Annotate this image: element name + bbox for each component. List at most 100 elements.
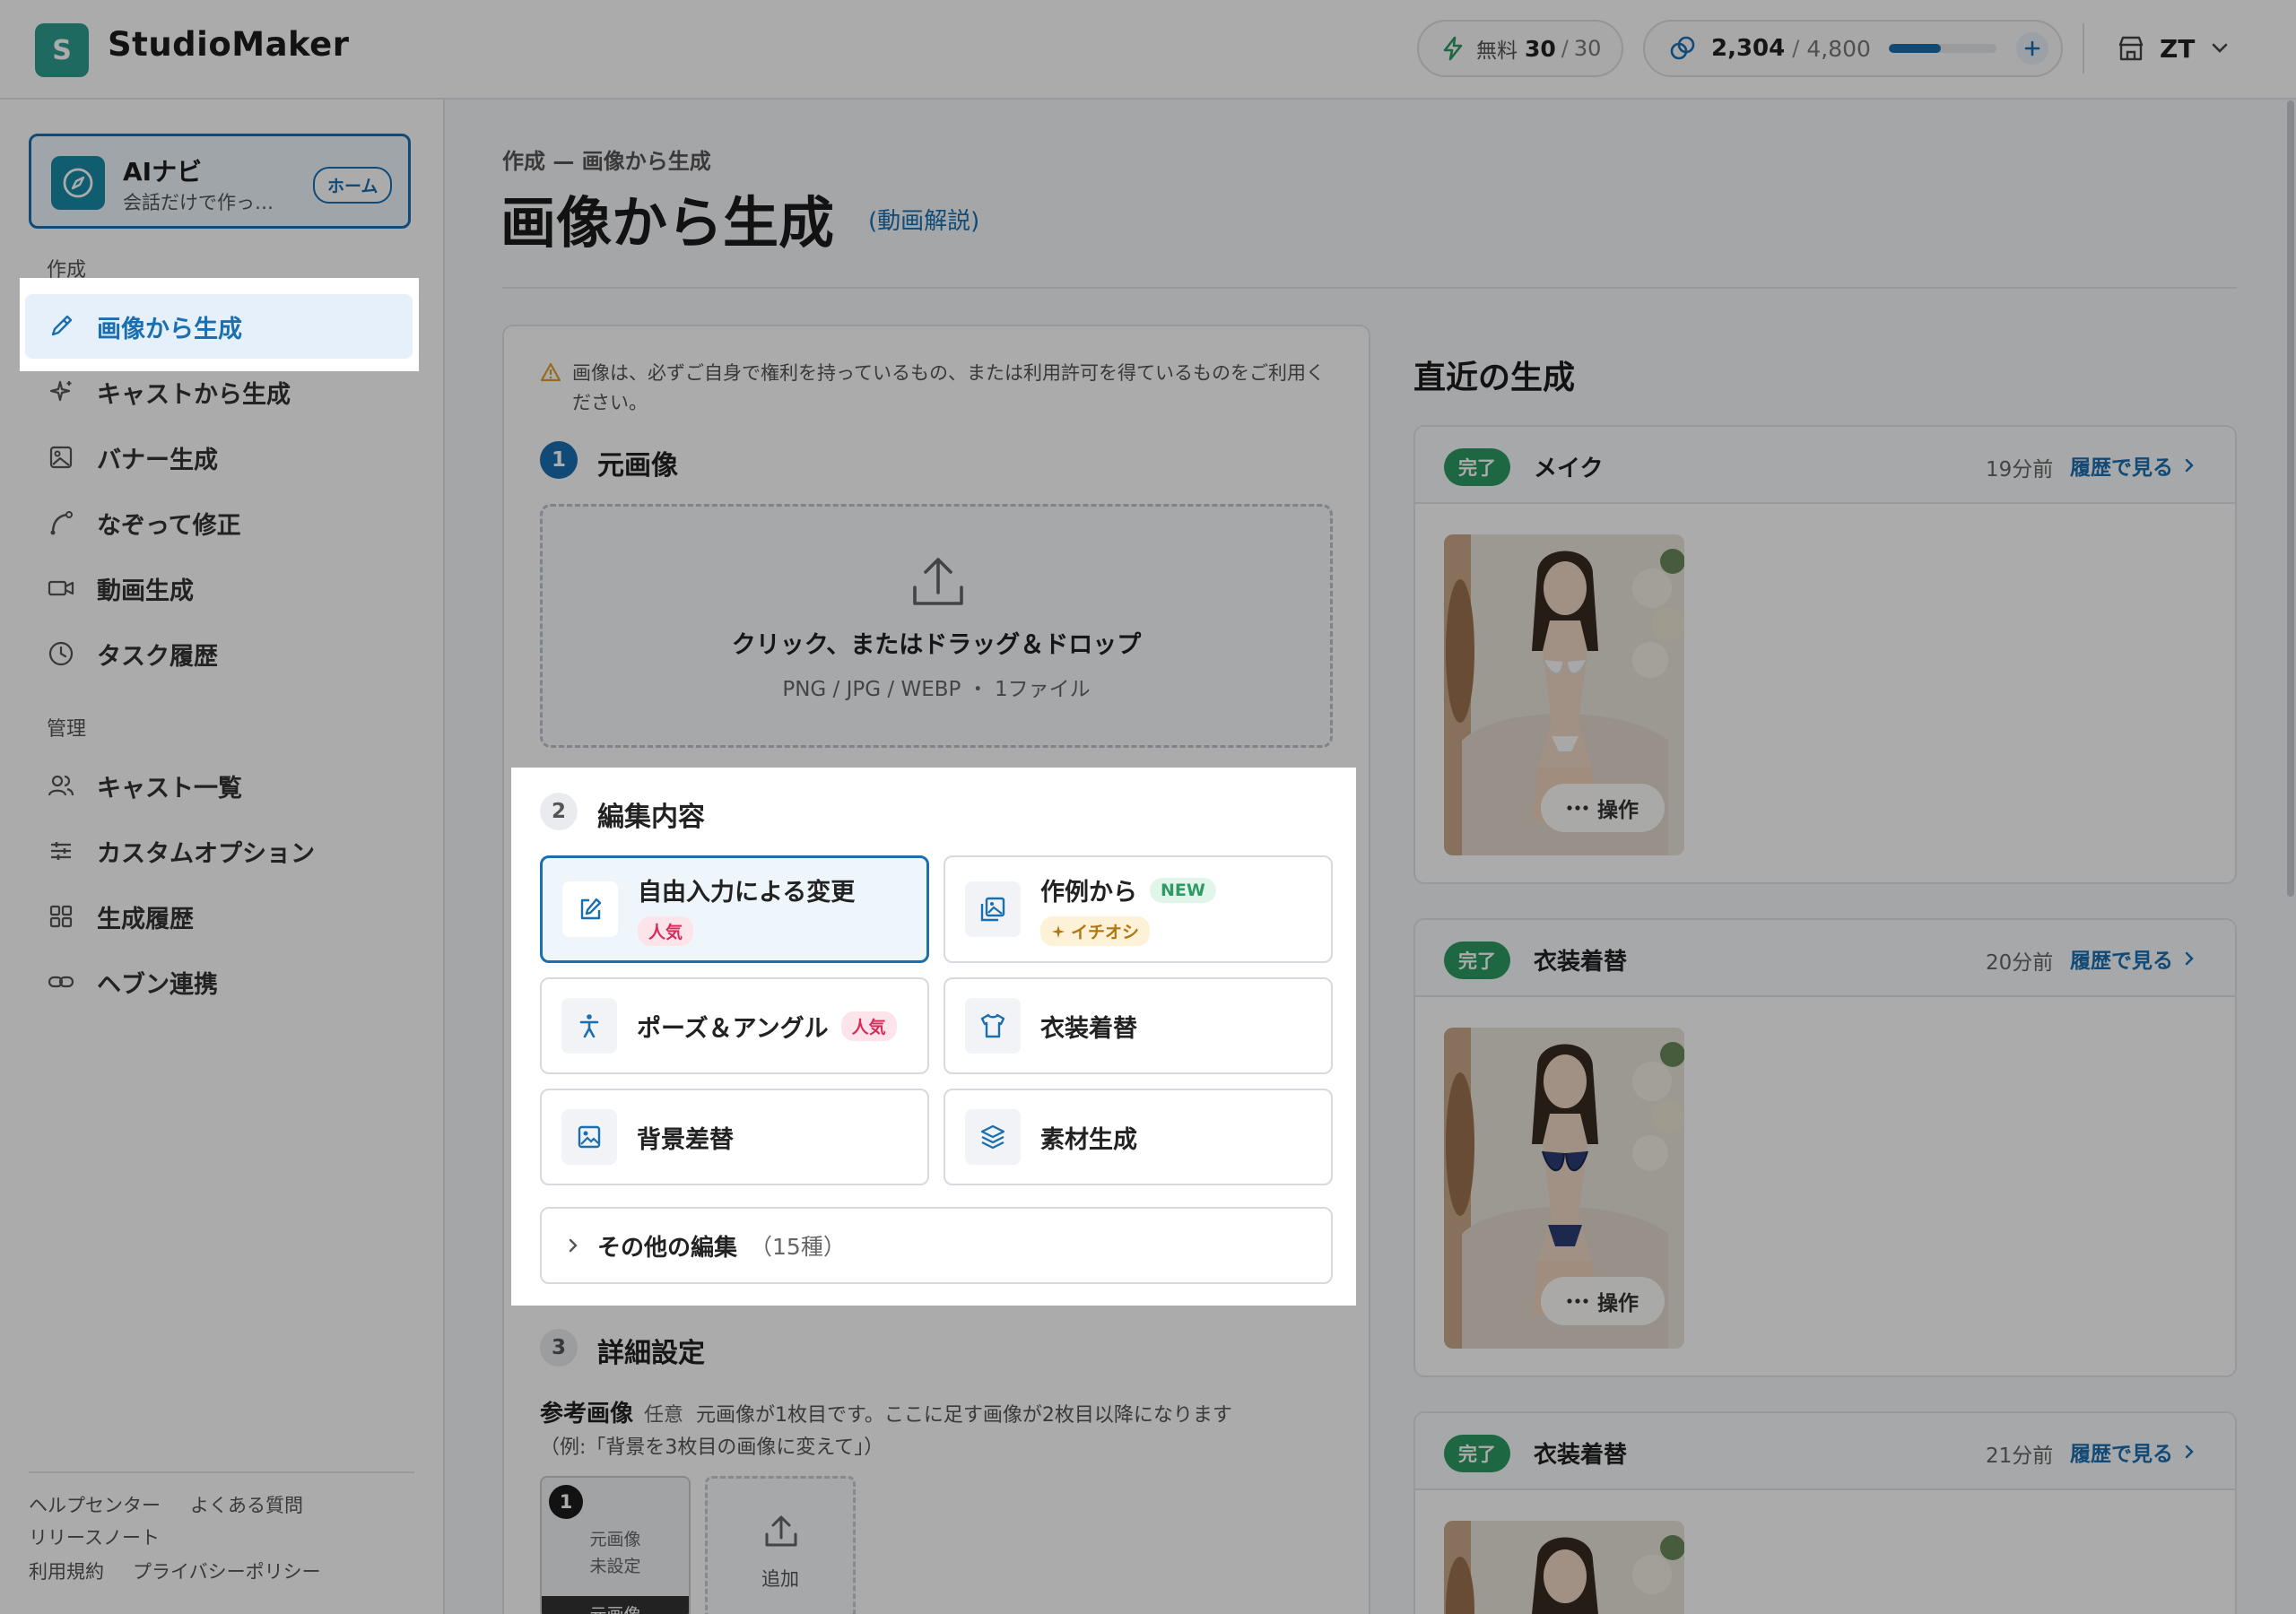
- add-label: 追加: [761, 1568, 799, 1590]
- ref-optional: 任意: [644, 1404, 684, 1427]
- credits-pill[interactable]: 2,304 / 4,800: [1643, 20, 2063, 77]
- nav-cast-generate[interactable]: キャストから生成: [25, 360, 413, 424]
- ref-add-button[interactable]: 追加: [705, 1476, 856, 1614]
- image-icon: [45, 444, 77, 471]
- ref-image-label-row: 参考画像 任意 元画像が1枚目です。ここに足す画像が2枚目以降になります: [540, 1395, 1347, 1428]
- more-edits-toggle[interactable]: その他の編集 （15種）: [540, 1207, 1333, 1284]
- plus-icon: [2024, 40, 2040, 56]
- scrollbar-thumb[interactable]: [2287, 100, 2294, 897]
- ai-navi-subtitle: 会話だけで作っ…: [123, 192, 274, 213]
- person-icon: [561, 998, 617, 1054]
- option-label: 自由入力による変更: [638, 879, 856, 907]
- option-free-input[interactable]: 自由入力による変更 人気: [540, 855, 929, 963]
- upload-dropzone[interactable]: クリック、またはドラッグ＆ドロップ PNG / JPG / WEBP ・ 1ファ…: [540, 504, 1333, 748]
- picture-icon: [561, 1109, 617, 1165]
- account-menu[interactable]: ZT: [2117, 27, 2229, 70]
- nav-label: タスク履歴: [97, 642, 218, 671]
- upload-icon: [763, 1514, 799, 1549]
- nav-label: ヘブン連携: [97, 970, 218, 999]
- step3-number: 3: [540, 1329, 578, 1367]
- step1-title: 元画像: [597, 450, 678, 482]
- users-icon: [45, 772, 77, 799]
- nav-label: なぞって修正: [97, 511, 241, 540]
- option-label: ポーズ＆アングル: [637, 1014, 829, 1043]
- brush-icon: [45, 313, 77, 340]
- recent-name: メイク: [1534, 456, 1604, 482]
- free-quota-pill[interactable]: 無料 30 / 30: [1417, 20, 1623, 77]
- step2-title: 編集内容: [597, 802, 705, 833]
- section-manage-label: 管理: [47, 718, 87, 741]
- more-edits-label: その他の編集: [597, 1234, 738, 1262]
- bolt-icon: [1442, 36, 1464, 61]
- upload-main-text: クリック、またはドラッグ＆ドロップ: [731, 631, 1142, 659]
- view-history-link[interactable]: 履歴で見る: [2070, 450, 2195, 481]
- option-pose-angle[interactable]: ポーズ＆アングル 人気: [540, 977, 929, 1074]
- ref-slot-original[interactable]: 1 元画像 未設定 元画像: [540, 1476, 691, 1614]
- terms-link[interactable]: 利用規約: [29, 1558, 104, 1584]
- option-label: 背景差替: [637, 1125, 734, 1154]
- faq-link[interactable]: よくある質問: [190, 1491, 303, 1518]
- slot-footer: 元画像: [542, 1596, 689, 1614]
- credits-total: 4,800: [1806, 35, 1871, 62]
- breadcrumb: 作成 — 画像から生成: [502, 149, 711, 174]
- popular-badge: 人気: [638, 916, 694, 946]
- user-initials: ZT: [2160, 33, 2196, 64]
- nav-heaven-link[interactable]: ヘブン連携: [25, 950, 413, 1014]
- nav-task-history[interactable]: タスク履歴: [25, 621, 413, 686]
- upload-icon: [910, 555, 966, 609]
- sparkle-icon: [45, 378, 77, 405]
- more-icon: [1567, 1298, 1588, 1304]
- actions-button[interactable]: 操作: [1541, 1277, 1665, 1325]
- actions-label: 操作: [1597, 799, 1639, 822]
- title-divider: [502, 287, 2237, 289]
- app-logo[interactable]: S: [35, 23, 89, 77]
- home-badge[interactable]: ホーム: [313, 167, 393, 204]
- credits-used: 2,304: [1711, 35, 1786, 62]
- view-history-link[interactable]: 履歴で見る: [2070, 1436, 2195, 1467]
- more-edits-count: （15種）: [750, 1234, 846, 1260]
- privacy-link[interactable]: プライバシーポリシー: [133, 1558, 321, 1584]
- option-background-swap[interactable]: 背景差替: [540, 1089, 929, 1185]
- credits-progress-bar: [1888, 44, 1996, 53]
- option-material-generate[interactable]: 素材生成: [944, 1089, 1333, 1185]
- nav-generate-history[interactable]: 生成履歴: [25, 884, 413, 949]
- nav-custom-options[interactable]: カスタムオプション: [25, 819, 413, 883]
- video-tutorial-link[interactable]: (動画解説): [868, 203, 979, 236]
- option-from-example[interactable]: 作例から NEW イチオシ: [944, 855, 1333, 963]
- slot-number: 1: [549, 1485, 583, 1519]
- release-notes-link[interactable]: リリースノート: [29, 1523, 160, 1550]
- help-center-link[interactable]: ヘルプセンター: [29, 1491, 161, 1518]
- nav-label: 生成履歴: [97, 905, 194, 933]
- section-create-label: 作成: [47, 259, 87, 282]
- ref-example: （例:「背景を3枚目の画像に変えて」）: [540, 1436, 884, 1459]
- nav-image-generate[interactable]: 画像から生成: [25, 294, 413, 359]
- ai-navi-card[interactable]: AIナビ 会話だけで作っ… ホーム: [29, 134, 411, 229]
- recent-thumbnail[interactable]: [1444, 1521, 1684, 1614]
- nav-label: キャストから生成: [97, 380, 291, 409]
- slot-line1: 元画像: [589, 1530, 641, 1549]
- ref-image-label: 参考画像: [540, 1401, 634, 1427]
- recent-name: 衣装着替: [1534, 949, 1628, 976]
- warning-text: 画像は、必ずご自身で権利を持っているもの、または利用許可を得ているものをご利用く…: [572, 362, 1325, 413]
- recommend-badge: イチオシ: [1040, 916, 1151, 946]
- nav-label: バナー生成: [97, 446, 218, 474]
- nav-trace-fix[interactable]: なぞって修正: [25, 490, 413, 555]
- compass-icon: [51, 156, 105, 210]
- recent-time: 19分前: [1986, 458, 2054, 482]
- free-sep: /: [1561, 36, 1569, 61]
- nav-label: 画像から生成: [97, 315, 242, 343]
- nav-video-generate[interactable]: 動画生成: [25, 556, 413, 620]
- view-history-link[interactable]: 履歴で見る: [2070, 943, 2195, 974]
- nav-cast-list[interactable]: キャスト一覧: [25, 753, 413, 818]
- option-label: 素材生成: [1040, 1125, 1137, 1154]
- nav-label: 動画生成: [97, 577, 194, 605]
- option-outfit-change[interactable]: 衣装着替: [944, 977, 1333, 1074]
- view-history-label: 履歴で見る: [2070, 1443, 2173, 1466]
- add-credits-button[interactable]: [2015, 32, 2048, 65]
- nav-banner-generate[interactable]: バナー生成: [25, 425, 413, 490]
- actions-label: 操作: [1597, 1292, 1639, 1315]
- app-brand[interactable]: StudioMaker: [108, 25, 350, 64]
- chevron-down-icon: [2213, 43, 2228, 53]
- actions-button[interactable]: 操作: [1541, 784, 1665, 832]
- recent-title: 直近の生成: [1413, 360, 1576, 396]
